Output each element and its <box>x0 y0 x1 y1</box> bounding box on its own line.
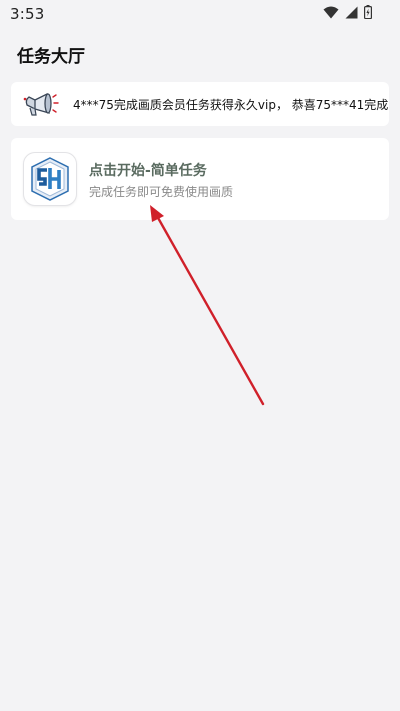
announcement-banner: 4***75完成画质会员任务获得永久vip， 恭喜75***41完成画质会员任务 <box>11 82 389 126</box>
battery-icon <box>364 5 372 19</box>
wifi-icon <box>323 6 339 18</box>
task-subtitle: 完成任务即可免费使用画质 <box>89 185 234 199</box>
cell-signal-icon <box>345 6 358 18</box>
status-bar: 3:53 <box>0 0 400 28</box>
status-icons <box>323 5 372 19</box>
task-title: 点击开始-简单任务 <box>89 163 207 179</box>
arrow-shaft <box>155 214 265 406</box>
megaphone-icon <box>23 92 59 116</box>
task-card-simple[interactable]: 点击开始-简单任务 完成任务即可免费使用画质 <box>11 138 389 220</box>
app-logo-icon <box>24 153 76 205</box>
status-time: 3:53 <box>10 5 45 23</box>
page-title: 任务大厅 <box>17 47 85 67</box>
announcement-text: 4***75完成画质会员任务获得永久vip， 恭喜75***41完成画质会员任务 <box>73 98 389 112</box>
